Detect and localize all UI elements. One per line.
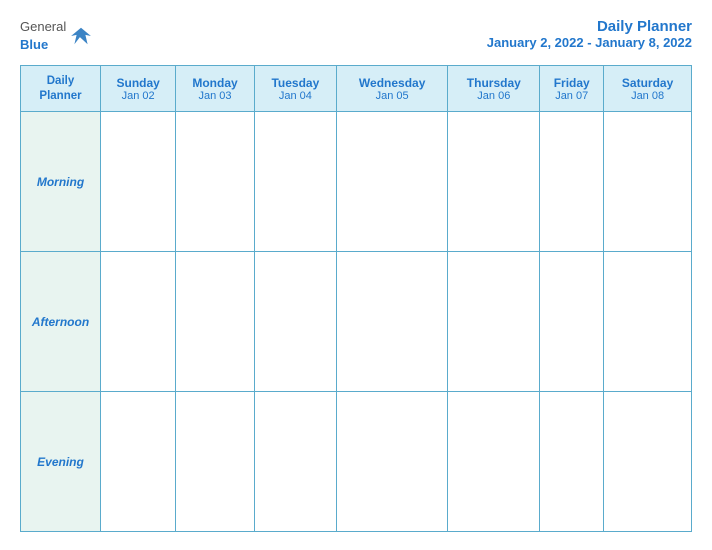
cell-afternoon-tuesday[interactable] [254, 252, 336, 392]
cell-morning-thursday[interactable] [448, 112, 540, 252]
cell-morning-sunday[interactable] [101, 112, 176, 252]
cell-afternoon-monday[interactable] [176, 252, 254, 392]
header-daily-planner: Daily Planner [21, 66, 101, 112]
cell-morning-friday[interactable] [540, 112, 604, 252]
cell-evening-monday[interactable] [176, 392, 254, 532]
planner-title: Daily Planner [487, 18, 692, 35]
title-area: Daily Planner January 2, 2022 - January … [487, 18, 692, 50]
planner-table: Daily Planner Sunday Jan 02 Monday Jan 0… [20, 65, 692, 532]
header-thursday: Thursday Jan 06 [448, 66, 540, 112]
cell-afternoon-wednesday[interactable] [336, 252, 447, 392]
row-evening: Evening [21, 392, 692, 532]
cell-morning-saturday[interactable] [604, 112, 692, 252]
header-saturday: Saturday Jan 08 [604, 66, 692, 112]
cell-morning-wednesday[interactable] [336, 112, 447, 252]
cell-evening-tuesday[interactable] [254, 392, 336, 532]
header-wednesday: Wednesday Jan 05 [336, 66, 447, 112]
cell-afternoon-thursday[interactable] [448, 252, 540, 392]
logo-blue: Blue [20, 37, 48, 52]
label-evening: Evening [21, 392, 101, 532]
cell-afternoon-sunday[interactable] [101, 252, 176, 392]
label-morning: Morning [21, 112, 101, 252]
cell-afternoon-saturday[interactable] [604, 252, 692, 392]
cell-evening-saturday[interactable] [604, 392, 692, 532]
header-friday: Friday Jan 07 [540, 66, 604, 112]
logo-bird-icon [70, 25, 92, 47]
cell-afternoon-friday[interactable] [540, 252, 604, 392]
header-sunday: Sunday Jan 02 [101, 66, 176, 112]
cell-evening-wednesday[interactable] [336, 392, 447, 532]
cell-evening-friday[interactable] [540, 392, 604, 532]
row-morning: Morning [21, 112, 692, 252]
page-header: General Blue Daily Planner January 2, 20… [20, 18, 692, 53]
cell-evening-sunday[interactable] [101, 392, 176, 532]
logo-area: General Blue [20, 18, 92, 53]
header-tuesday: Tuesday Jan 04 [254, 66, 336, 112]
label-afternoon: Afternoon [21, 252, 101, 392]
cell-morning-monday[interactable] [176, 112, 254, 252]
row-afternoon: Afternoon [21, 252, 692, 392]
header-monday: Monday Jan 03 [176, 66, 254, 112]
logo-general: General [20, 19, 66, 34]
logo-text: General Blue [20, 18, 66, 53]
planner-subtitle: January 2, 2022 - January 8, 2022 [487, 35, 692, 50]
cell-evening-thursday[interactable] [448, 392, 540, 532]
table-header-row: Daily Planner Sunday Jan 02 Monday Jan 0… [21, 66, 692, 112]
cell-morning-tuesday[interactable] [254, 112, 336, 252]
